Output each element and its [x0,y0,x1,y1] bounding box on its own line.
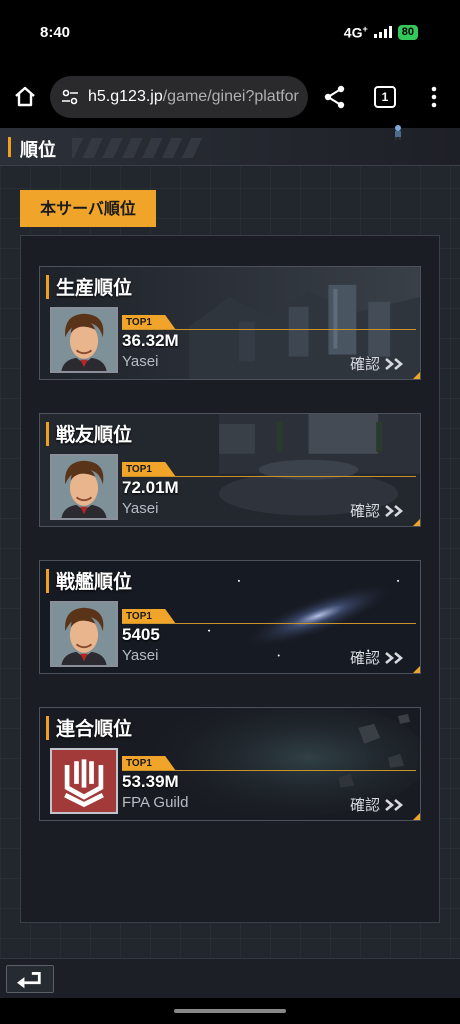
card-corner-mark [413,519,420,526]
card-title: 戦艦順位 [56,571,133,593]
back-button[interactable] [6,965,54,993]
commander-portrait-icon [52,456,116,518]
confirm-label: 確認 [349,355,380,373]
tab-count-button[interactable]: 1 [374,86,396,108]
page-title: 順位 [20,140,56,161]
confirm-button[interactable]: 確認 [350,647,406,668]
home-indicator[interactable] [174,1009,286,1013]
url-text[interactable]: h5.g123.jp/game/ginei?platfor [88,88,299,106]
site-settings-icon[interactable] [60,87,80,107]
badge-underline [122,623,416,624]
confirm-button[interactable]: 確認 [350,353,406,374]
card-accent-bar [46,275,49,299]
double-chevron-right-icon [385,798,404,811]
ranking-header: 順位 [0,125,460,166]
player-avatar [50,307,118,373]
browser-toolbar: h5.g123.jp/game/ginei?platfor 1 [0,66,460,128]
guild-avatar [50,748,118,814]
signal-icon [373,26,392,39]
guild-emblem-icon [52,750,116,812]
card-title: 戦友順位 [56,424,133,446]
system-nav-bar [0,998,460,1024]
share-icon[interactable] [322,84,348,110]
more-menu-icon[interactable] [424,84,444,110]
double-chevron-right-icon [385,357,404,370]
player-avatar [50,601,118,667]
card-corner-mark [413,372,420,379]
card-corner-mark [413,813,420,820]
double-chevron-right-icon [385,504,404,517]
card-accent-bar [46,422,49,446]
status-indicators: 4G+ 80 [344,24,418,41]
double-chevron-right-icon [385,651,404,664]
ranking-value: 53.39M [122,772,179,791]
card-corner-mark [413,666,420,673]
network-indicator: 4G+ [343,24,368,41]
card-accent-bar [46,716,49,740]
game-bottom-bar [0,958,460,998]
ranking-card-production[interactable]: 生産順位 TOP1 36.32M Yasei 確認 [39,266,421,380]
return-arrow-icon [17,972,41,989]
address-bar[interactable]: h5.g123.jp/game/ginei?platfor [50,76,308,118]
card-accent-bar [46,569,49,593]
status-bar: 8:40 4G+ 80 [0,0,460,66]
commander-portrait-icon [52,603,116,665]
ranking-panel: 生産順位 TOP1 36.32M Yasei 確認 戦友順位 TOP1 72.0… [20,235,440,923]
ranking-value: 72.01M [122,478,179,497]
badge-underline [122,329,416,330]
character-sprite-icon [395,125,401,140]
tab-server-ranking[interactable]: 本サーバ順位 [20,190,156,227]
confirm-button[interactable]: 確認 [350,794,406,815]
confirm-button[interactable]: 確認 [350,500,406,521]
player-name: Yasei [122,353,159,370]
guild-name: FPA Guild [122,794,189,811]
commander-portrait-icon [52,309,116,371]
confirm-label: 確認 [349,502,380,520]
card-title: 生産順位 [56,277,133,299]
player-name: Yasei [122,647,159,664]
card-title: 連合順位 [56,718,133,740]
game-screen: 順位 本サーバ順位 生産順位 TOP1 36.32M Yasei 確認 戦友順位… [0,125,460,998]
home-icon[interactable] [12,84,38,110]
ranking-card-comrade[interactable]: 戦友順位 TOP1 72.01M Yasei 確認 [39,413,421,527]
ranking-value: 5405 [122,625,160,644]
header-decoration [72,138,202,158]
badge-underline [122,476,416,477]
ranking-value: 36.32M [122,331,179,350]
status-time: 8:40 [40,24,71,41]
ranking-card-battleship[interactable]: 戦艦順位 TOP1 5405 Yasei 確認 [39,560,421,674]
ranking-card-alliance[interactable]: 連合順位 TOP1 53.39M FPA Guild 確認 [39,707,421,821]
player-name: Yasei [122,500,159,517]
confirm-label: 確認 [349,796,380,814]
badge-underline [122,770,416,771]
header-accent-bar [8,137,11,157]
battery-icon: 80 [397,24,418,40]
confirm-label: 確認 [349,649,380,667]
player-avatar [50,454,118,520]
